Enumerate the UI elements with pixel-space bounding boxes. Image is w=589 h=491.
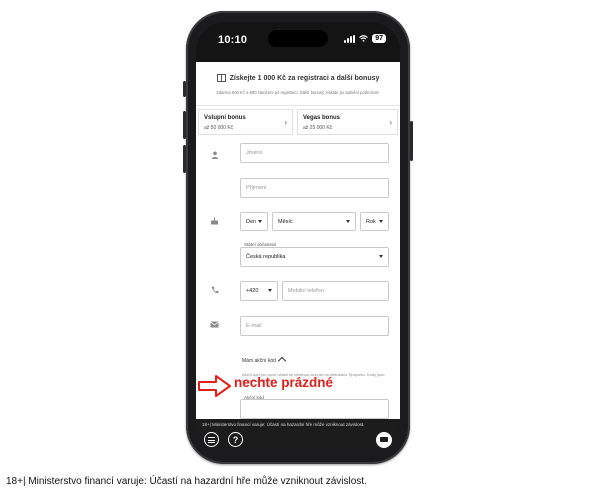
- chevron-down-icon: [268, 289, 272, 292]
- chevron-down-icon: [258, 219, 262, 223]
- bottom-bar: 18+| Ministerstvo financí varuje: Účastí…: [196, 419, 400, 453]
- phone-icon: [211, 286, 219, 294]
- birth-year-select[interactable]: Rok: [360, 212, 389, 231]
- chevron-down-icon: [346, 219, 350, 223]
- email-placeholder: E-mail: [246, 323, 262, 329]
- phone-placeholder: Mobilní telefon: [288, 288, 324, 294]
- signal-icon: [344, 34, 356, 43]
- gift-icon: [216, 74, 226, 82]
- footer-warning: 18+| Ministerstvo financí varuje: Účastí…: [6, 476, 367, 487]
- bonus-subtitle: až 50 000 Kč: [204, 125, 234, 131]
- email-input[interactable]: E-mail: [240, 316, 389, 336]
- first-name-input[interactable]: Jméno: [240, 143, 389, 163]
- annotation-text: nechte prázdné: [234, 375, 334, 390]
- chevron-down-icon: [379, 255, 383, 258]
- mobile-phone-input[interactable]: Mobilní telefon: [282, 281, 389, 301]
- year-label: Rok: [366, 218, 376, 225]
- chevron-right-icon: ›: [284, 118, 287, 127]
- chevron-right-icon: ›: [389, 118, 392, 127]
- promo-code-input[interactable]: [240, 399, 389, 419]
- person-icon: [211, 151, 219, 159]
- birth-month-select[interactable]: Měsíc: [272, 212, 356, 231]
- menu-icon: [208, 436, 215, 443]
- last-name-input[interactable]: Příjmení: [240, 178, 389, 198]
- battery-icon: 97: [372, 34, 386, 43]
- phone-side-button: [410, 121, 413, 161]
- stage: 10:10 97 Získejte 1 000 Kč za registraci…: [0, 0, 589, 491]
- phone-side-button: [183, 111, 186, 139]
- birth-day-select[interactable]: Den: [240, 212, 268, 231]
- bonus-card-vegas[interactable]: Vegas bonus až 25 000 Kč ›: [297, 109, 398, 135]
- citizenship-value: Česká republika: [246, 254, 286, 260]
- status-icons: 97: [344, 34, 386, 43]
- status-bar: 10:10 97: [196, 22, 400, 62]
- bonus-title: Vstupní bonus: [204, 115, 246, 121]
- dynamic-island: [268, 30, 328, 47]
- bonus-subtitle: až 25 000 Kč: [303, 125, 333, 131]
- promo-subtitle: Zdarma 500 Kč a 500 zatočení po registra…: [216, 90, 380, 95]
- chat-button[interactable]: [376, 432, 392, 448]
- phone-prefix-select[interactable]: +420: [240, 281, 278, 301]
- promo-title-row: Získejte 1 000 Kč za registraci a další …: [196, 74, 400, 82]
- citizenship-select[interactable]: Česká republika: [240, 247, 389, 267]
- gambling-warning: 18+| Ministerstvo financí varuje: Účastí…: [202, 422, 365, 427]
- bonus-title: Vegas bonus: [303, 115, 341, 121]
- mail-icon: [210, 321, 219, 328]
- status-time: 10:10: [218, 34, 248, 46]
- promo-banner: Získejte 1 000 Kč za registraci a další …: [196, 62, 400, 106]
- chevron-down-icon: [379, 219, 383, 223]
- wifi-icon: [359, 35, 369, 42]
- menu-button[interactable]: [204, 432, 219, 447]
- phone-prefix: +420: [246, 288, 259, 294]
- month-label: Měsíc: [278, 218, 293, 225]
- last-name-placeholder: Příjmení: [246, 185, 267, 191]
- annotation-arrow-icon: [198, 375, 231, 397]
- registration-page: Získejte 1 000 Kč za registraci a další …: [196, 62, 400, 419]
- question-icon: ?: [232, 434, 239, 445]
- day-label: Den: [246, 218, 257, 225]
- birthday-cake-icon: [211, 217, 218, 225]
- bonus-card-vstupni[interactable]: Vstupní bonus až 50 000 Kč ›: [198, 109, 293, 135]
- promo-title: Získejte 1 000 Kč za registraci a další …: [229, 74, 380, 82]
- help-button[interactable]: ?: [228, 432, 243, 447]
- first-name-placeholder: Jméno: [246, 150, 263, 156]
- chevron-up-icon[interactable]: [277, 356, 287, 366]
- promo-code-toggle[interactable]: Mám akční kód: [242, 358, 276, 364]
- phone-side-button: [183, 81, 186, 97]
- phone-side-button: [183, 145, 186, 173]
